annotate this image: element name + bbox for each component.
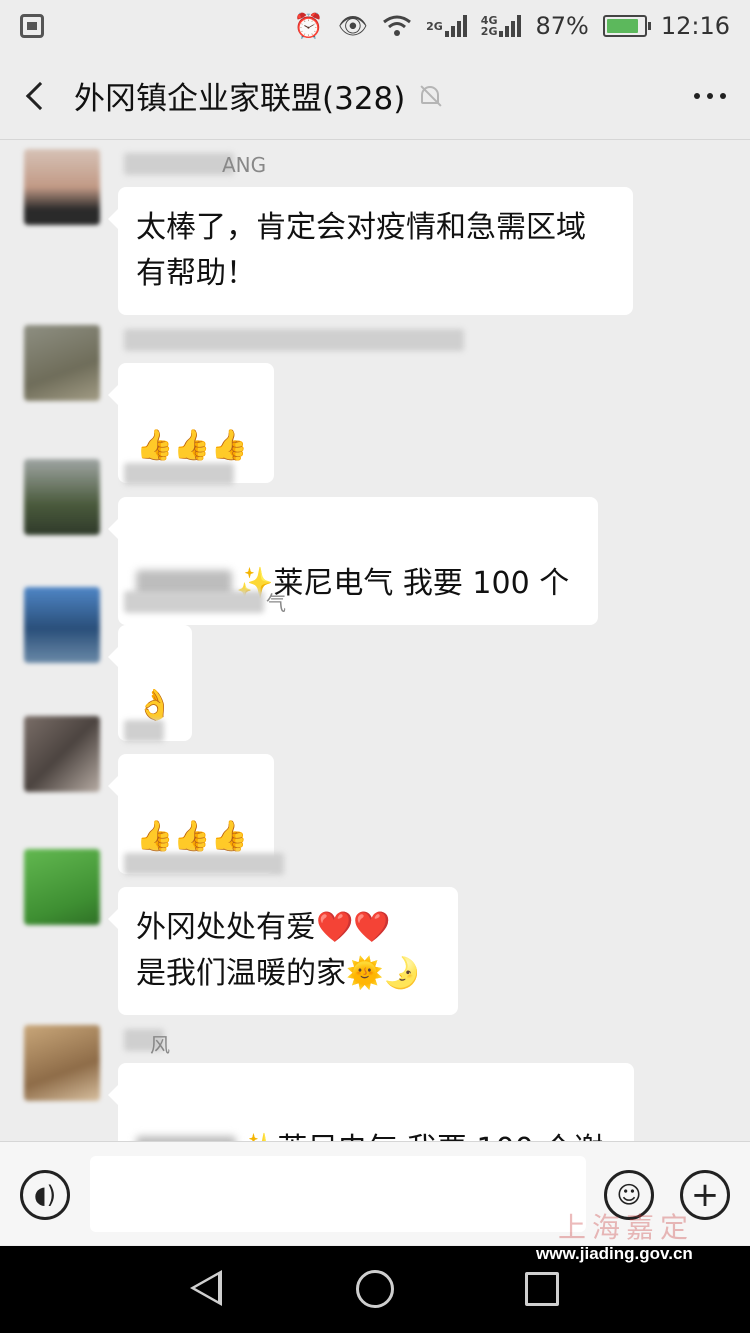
- sender-name-redacted: [124, 463, 234, 485]
- signal-icon: 2G: [426, 15, 467, 37]
- sender-name-redacted: [124, 853, 284, 875]
- sender-name: 气: [266, 591, 286, 615]
- avatar[interactable]: [24, 587, 100, 663]
- message-bubble[interactable]: 外冈处处有爱❤️❤️ 是我们温暖的家🌞🌛: [108, 887, 458, 1015]
- avatar[interactable]: [24, 849, 100, 925]
- avatar[interactable]: [24, 1025, 100, 1101]
- signal-icon: 4G 2G: [481, 15, 522, 37]
- avatar[interactable]: [24, 716, 100, 792]
- ok-hand-icon: 👌: [136, 688, 174, 723]
- emoji-icon: ☺: [616, 1181, 642, 1209]
- chevron-left-icon: [25, 81, 55, 110]
- status-bar: ⏰ 👁 2G 4G 2G 87% 12:16: [0, 0, 750, 52]
- message-bubble[interactable]: 太棒了，肯定会对疫情和急需区域 有帮助！: [108, 187, 633, 315]
- more-button[interactable]: [670, 92, 750, 99]
- network-type-2b: 2G: [480, 25, 498, 38]
- back-button[interactable]: [0, 52, 70, 140]
- watermark-url: www.jiading.gov.cn: [536, 1244, 693, 1263]
- sender-name-redacted: [124, 153, 234, 175]
- voice-button[interactable]: ◖): [20, 1170, 70, 1220]
- network-type-1: 2G: [426, 19, 443, 33]
- clock: 12:16: [660, 12, 730, 40]
- thumbs-up-icon: 👍👍👍: [136, 428, 249, 463]
- message-list[interactable]: ANG 太棒了，肯定会对疫情和急需区域 有帮助！ 👍👍👍 ✨莱尼电气 我要 10…: [0, 141, 750, 1141]
- eye-icon: 👁: [337, 12, 369, 40]
- avatar[interactable]: [24, 325, 100, 401]
- sender-name-redacted: [124, 591, 264, 613]
- avatar[interactable]: [24, 149, 100, 225]
- watermark-logo: 上海嘉定: [558, 1211, 695, 1244]
- sender-name-redacted: [124, 329, 464, 351]
- battery-icon: [602, 15, 651, 37]
- thumbs-up-icon: 👍👍👍: [136, 819, 249, 854]
- picture-icon: [20, 14, 44, 38]
- nav-recent-icon[interactable]: [525, 1272, 559, 1306]
- plus-icon: +: [690, 1175, 720, 1215]
- avatar[interactable]: [24, 459, 100, 535]
- nav-back-icon[interactable]: [190, 1270, 222, 1306]
- sender-name: ANG: [222, 153, 267, 177]
- bell-muted-icon: [419, 84, 442, 108]
- status-icons: ⏰ 👁 2G 4G 2G 87% 12:16: [294, 12, 730, 40]
- message-input[interactable]: [90, 1156, 586, 1232]
- chat-header: 外冈镇企业家联盟(328): [0, 52, 750, 140]
- sender-name: 风: [150, 1033, 170, 1057]
- battery-percent: 87%: [535, 12, 589, 40]
- wifi-icon: [382, 14, 412, 38]
- group-title: 外冈镇企业家联盟(328): [74, 81, 406, 117]
- voice-icon: ◖): [33, 1181, 56, 1209]
- sender-name-redacted: [124, 720, 164, 742]
- more-dots-icon: [694, 92, 700, 99]
- alarm-icon: ⏰: [293, 12, 324, 40]
- nav-home-icon[interactable]: [356, 1270, 394, 1308]
- message-bubble[interactable]: ✨莱尼电气 我要 100 个谢 谢: [108, 1063, 634, 1141]
